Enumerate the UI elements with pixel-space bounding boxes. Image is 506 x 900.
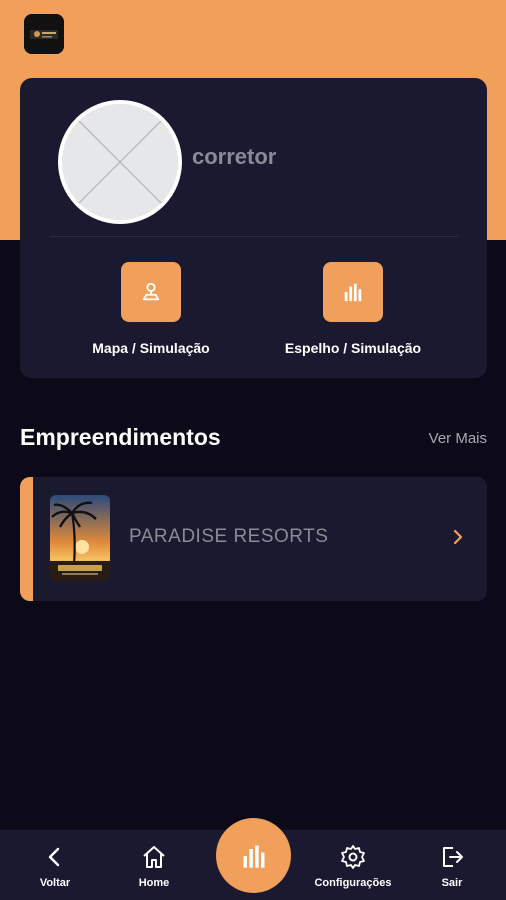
app-logo[interactable] bbox=[24, 14, 64, 54]
placeholder-image-icon bbox=[62, 104, 178, 220]
map-simulation-label: Mapa / Simulação bbox=[92, 340, 210, 356]
mirror-simulation-tile[interactable] bbox=[323, 262, 383, 322]
nav-sair-label: Sair bbox=[441, 877, 463, 889]
mirror-simulation-label: Espelho / Simulação bbox=[284, 340, 422, 356]
nav-configuracoes-label: Configurações bbox=[314, 877, 392, 889]
nav-home[interactable]: Home bbox=[124, 830, 184, 900]
project-thumbnail bbox=[50, 495, 110, 581]
see-more-link[interactable]: Ver Mais bbox=[429, 430, 487, 447]
avatar[interactable] bbox=[58, 100, 182, 224]
divider bbox=[50, 236, 458, 237]
nav-voltar-label: Voltar bbox=[39, 877, 71, 889]
map-simulation-tile[interactable] bbox=[121, 262, 181, 322]
project-card-accent bbox=[20, 477, 33, 601]
nav-voltar[interactable]: Voltar bbox=[24, 830, 86, 900]
profile-card: corretor Mapa / Simulação Espelho / Simu… bbox=[20, 78, 487, 378]
project-card-paradise-resorts[interactable]: PARADISE RESORTS bbox=[20, 477, 487, 601]
chevron-left-icon bbox=[48, 847, 60, 867]
chevron-right-icon bbox=[453, 529, 463, 545]
bar-chart-icon bbox=[344, 283, 362, 302]
paradise-app-logo-icon bbox=[24, 14, 64, 54]
nav-sair[interactable]: Sair bbox=[422, 830, 482, 900]
home-icon bbox=[143, 846, 165, 868]
section-title: Empreendimentos bbox=[20, 424, 221, 450]
mirror-simulation-button[interactable]: Espelho / Simulação bbox=[258, 262, 448, 356]
username: corretor bbox=[192, 144, 277, 169]
map-pin-icon bbox=[142, 282, 160, 301]
nav-home-label: Home bbox=[138, 877, 170, 889]
logout-icon bbox=[443, 847, 463, 867]
paradise-resorts-thumbnail bbox=[50, 495, 110, 581]
gear-icon bbox=[341, 845, 365, 869]
project-name: PARADISE RESORTS bbox=[129, 526, 329, 547]
nav-configuracoes[interactable]: Configurações bbox=[308, 830, 398, 900]
map-simulation-button[interactable]: Mapa / Simulação bbox=[56, 262, 246, 356]
bar-chart-icon bbox=[243, 845, 264, 868]
center-chart-button[interactable] bbox=[216, 818, 291, 893]
